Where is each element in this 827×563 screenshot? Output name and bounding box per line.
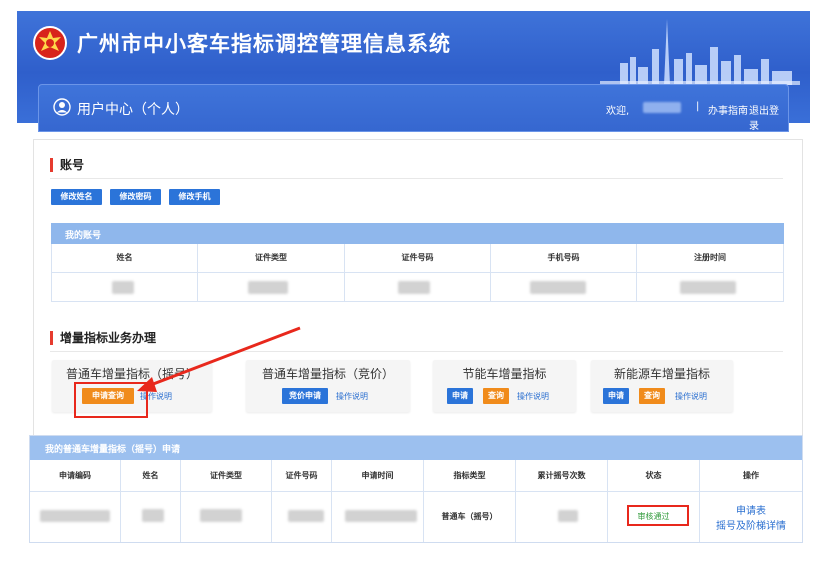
card-auction-title: 普通车增量指标（竞价） bbox=[261, 367, 394, 381]
status-highlight bbox=[627, 505, 689, 526]
redacted-name bbox=[142, 509, 164, 522]
user-center-label: 用户中心（个人） bbox=[77, 102, 189, 118]
indicator-type-value: 普通车（摇号） bbox=[424, 492, 516, 542]
energy-query-button[interactable]: 查询 bbox=[483, 388, 509, 404]
col-header-id-number: 证件号码 bbox=[272, 460, 332, 492]
application-table-title: 我的普通车增量指标（摇号）申请 bbox=[30, 436, 802, 460]
col-header-id-number: 证件号码 bbox=[345, 244, 491, 273]
energy-apply-button[interactable]: 申请 bbox=[447, 388, 473, 404]
col-header-status: 状态 bbox=[608, 460, 700, 492]
redacted-id-number bbox=[398, 281, 430, 294]
col-header-indicator-type: 指标类型 bbox=[424, 460, 516, 492]
app-title: 广州市中小客车指标调控管理信息系统 bbox=[77, 32, 451, 56]
col-header-id-type: 证件类型 bbox=[181, 460, 272, 492]
instructions-link[interactable]: 操作说明 bbox=[675, 391, 707, 402]
account-section-title: 账号 bbox=[50, 158, 84, 172]
redacted-phone bbox=[530, 281, 586, 294]
col-header-lottery-count: 累计摇号次数 bbox=[516, 460, 608, 492]
redacted-apply-code bbox=[40, 510, 110, 522]
edit-phone-button[interactable]: 修改手机 bbox=[169, 189, 220, 205]
redacted-name bbox=[112, 281, 134, 294]
card-new-energy-title: 新能源车增量指标 bbox=[613, 367, 710, 381]
business-section-title: 增量指标业务办理 bbox=[50, 331, 156, 345]
user-icon bbox=[53, 98, 71, 116]
redacted-lottery-count bbox=[558, 510, 578, 522]
application-table-title-text: 我的普通车增量指标（摇号）申请 bbox=[45, 445, 181, 455]
logout-link[interactable]: 退出登录 bbox=[749, 102, 788, 132]
city-skyline-icon bbox=[600, 19, 800, 85]
account-table-title-text: 我的账号 bbox=[65, 231, 102, 241]
instructions-link[interactable]: 操作说明 bbox=[336, 391, 368, 402]
new-energy-query-button[interactable]: 查询 bbox=[639, 388, 665, 404]
auction-apply-button[interactable]: 竞价申请 bbox=[282, 388, 328, 404]
card-energy-saving-title: 节能车增量指标 bbox=[462, 367, 547, 381]
guide-link[interactable]: 办事指南 bbox=[708, 102, 748, 117]
welcome-text: 欢迎, bbox=[606, 106, 630, 117]
account-table-title: 我的账号 bbox=[51, 223, 784, 244]
edit-name-button[interactable]: 修改姓名 bbox=[51, 189, 102, 205]
application-grid: 申请编码 姓名 证件类型 证件号码 申请时间 指标类型 累计摇号次数 状态 操作… bbox=[30, 460, 802, 542]
card-energy-saving: 节能车增量指标 申请 查询 操作说明 bbox=[433, 360, 576, 412]
redacted-id-type bbox=[248, 281, 288, 294]
card-new-energy: 新能源车增量指标 申请 查询 操作说明 bbox=[591, 360, 733, 412]
application-form-link[interactable]: 申请表 bbox=[700, 502, 802, 517]
redacted-id-type bbox=[200, 509, 242, 522]
col-header-id-type: 证件类型 bbox=[198, 244, 345, 273]
user-bar: 用户中心（个人） 欢迎, | 办事指南 退出登录 bbox=[38, 84, 789, 132]
separator: | bbox=[696, 101, 700, 112]
operation-cell: 申请表 摇号及阶梯详情 bbox=[700, 492, 802, 542]
edit-password-button[interactable]: 修改密码 bbox=[110, 189, 161, 205]
section-divider bbox=[50, 178, 783, 179]
redacted-register-time bbox=[680, 281, 736, 294]
col-header-register-time: 注册时间 bbox=[637, 244, 783, 273]
section-divider bbox=[50, 351, 783, 352]
redacted-id-number bbox=[288, 510, 324, 522]
lottery-details-link[interactable]: 摇号及阶梯详情 bbox=[700, 517, 802, 532]
col-header-operation: 操作 bbox=[700, 460, 802, 492]
apply-query-highlight bbox=[74, 382, 148, 418]
app-header: 广州市中小客车指标调控管理信息系统 用户中心（个人） 欢迎, | 办事指南 退出… bbox=[17, 11, 810, 132]
card-lottery-title: 普通车增量指标（摇号） bbox=[65, 367, 198, 381]
col-header-name: 姓名 bbox=[52, 244, 198, 273]
col-header-apply-code: 申请编码 bbox=[30, 460, 121, 492]
redacted-apply-time bbox=[345, 510, 417, 522]
new-energy-apply-button[interactable]: 申请 bbox=[603, 388, 629, 404]
username-redacted bbox=[643, 102, 681, 113]
logo-icon bbox=[33, 26, 67, 60]
card-auction: 普通车增量指标（竞价） 竞价申请 操作说明 bbox=[246, 360, 410, 412]
col-header-name: 姓名 bbox=[121, 460, 181, 492]
col-header-phone: 手机号码 bbox=[491, 244, 637, 273]
col-header-apply-time: 申请时间 bbox=[332, 460, 424, 492]
instructions-link[interactable]: 操作说明 bbox=[517, 391, 549, 402]
